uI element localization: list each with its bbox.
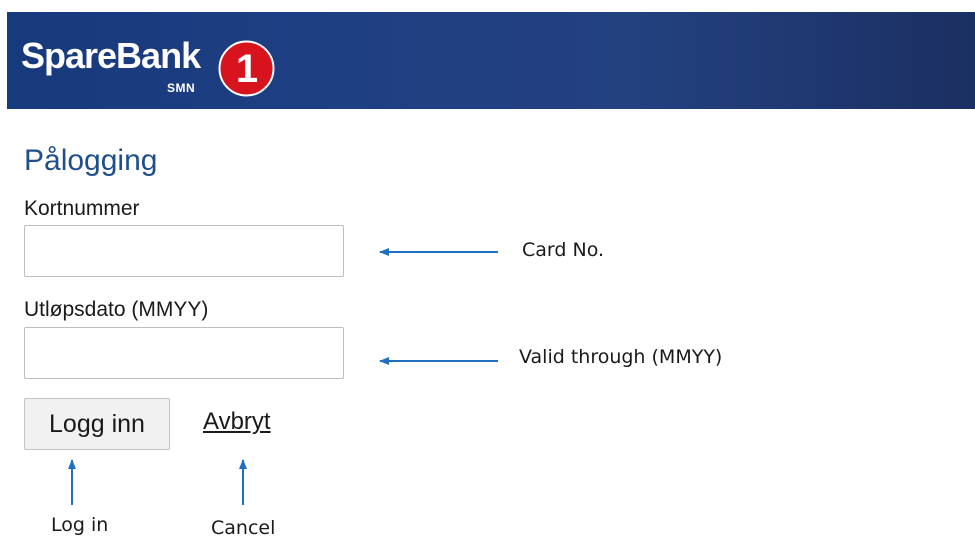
logo-digit: 1 [236, 47, 258, 91]
card-number-label: Kortnummer [24, 197, 140, 220]
login-page: SpareBank SMN 1 Pålogging Kortnummer Utl… [0, 0, 975, 539]
brand-subtitle: SMN [167, 81, 196, 95]
cancel-link[interactable]: Avbryt [203, 408, 271, 436]
expiry-date-label: Utløpsdato (MMYY) [24, 298, 209, 321]
page-title: Pålogging [24, 144, 158, 177]
sparebank-logo-icon: 1 [218, 40, 275, 97]
expiry-date-input[interactable] [24, 327, 344, 379]
bank-header: SpareBank SMN 1 [7, 12, 975, 109]
login-button[interactable]: Logg inn [24, 398, 170, 450]
cancel-annotation: Cancel [211, 517, 276, 539]
brand-name: SpareBank [21, 35, 201, 76]
card-annotation: Card No. [522, 239, 605, 261]
card-number-input[interactable] [24, 225, 344, 277]
expiry-annotation: Valid through (MMYY) [519, 346, 723, 368]
login-annotation: Log in [51, 514, 109, 536]
